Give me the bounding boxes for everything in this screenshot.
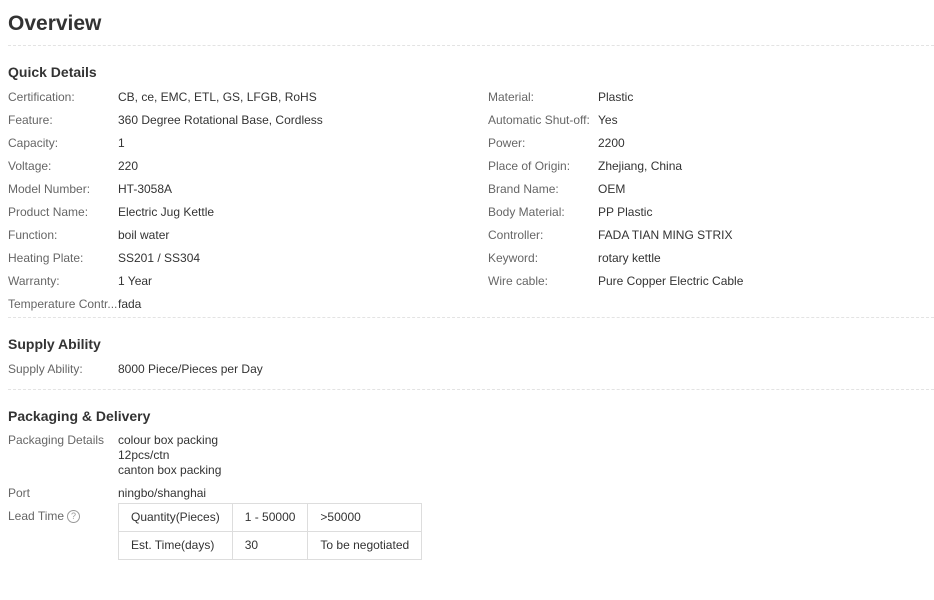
detail-row-feature: Feature: 360 Degree Rotational Base, Cord…: [8, 112, 478, 135]
supply-ability-title: Supply Ability: [8, 336, 101, 352]
detail-label: Power:: [488, 136, 526, 150]
detail-value: HT-3058A: [118, 182, 173, 196]
detail-label: Function:: [8, 228, 58, 242]
detail-row-temperature-control: Temperature Contr... fada: [8, 296, 478, 319]
detail-row-heating-plate: Heating Plate: SS201 / SS304: [8, 250, 478, 273]
quick-details-table: Certification: CB, ce, EMC, ETL, GS, LFGB…: [8, 89, 934, 318]
packaging-details-value: colour box packing 12pcs/ctn canton box …: [118, 433, 221, 478]
detail-row-port: Port ningbo/shanghai: [8, 486, 934, 501]
quick-details-title: Quick Details: [8, 64, 97, 80]
packaging-delivery-table: Packaging Details colour box packing 12p…: [8, 433, 934, 560]
detail-label: Place of Origin:: [488, 159, 571, 173]
detail-row-material: Material: Plastic: [488, 89, 928, 112]
detail-value: SS201 / SS304: [118, 251, 201, 265]
detail-row-certification: Certification: CB, ce, EMC, ETL, GS, LFGB…: [8, 89, 478, 112]
table-cell: 30: [231, 531, 309, 560]
detail-label: Supply Ability:: [8, 362, 83, 376]
table-row: Est. Time(days) 30 To be negotiated: [118, 531, 423, 560]
detail-label: Controller:: [488, 228, 544, 242]
detail-row-packaging-details: Packaging Details colour box packing 12p…: [8, 433, 934, 478]
detail-value: 2200: [598, 136, 625, 150]
detail-value: boil water: [118, 228, 170, 242]
detail-label: Capacity:: [8, 136, 59, 150]
detail-label: Lead Time: [8, 509, 65, 523]
detail-value: Pure Copper Electric Cable: [598, 274, 744, 288]
detail-value: 1 Year: [118, 274, 153, 288]
detail-label: Feature:: [8, 113, 53, 127]
detail-row-brand-name: Brand Name: OEM: [488, 181, 928, 204]
lead-time-label: Lead Time?: [8, 509, 118, 560]
detail-row-power: Power: 2200: [488, 135, 928, 158]
packaging-delivery-title: Packaging & Delivery: [8, 408, 151, 424]
table-cell: Est. Time(days): [118, 531, 233, 560]
detail-label: Certification:: [8, 90, 75, 104]
detail-row-function: Function: boil water: [8, 227, 478, 250]
detail-label: Keyword:: [488, 251, 539, 265]
detail-row-place-of-origin: Place of Origin: Zhejiang, China: [488, 158, 928, 181]
detail-row-controller: Controller: FADA TIAN MING STRIX: [488, 227, 928, 250]
detail-label: Automatic Shut-off:: [488, 113, 590, 127]
detail-value: Electric Jug Kettle: [118, 205, 215, 219]
detail-value: CB, ce, EMC, ETL, GS, LFGB, RoHS: [118, 90, 317, 104]
detail-value: Yes: [598, 113, 618, 127]
overview-title: Overview: [8, 0, 934, 46]
packaging-line: colour box packing: [118, 433, 219, 447]
detail-value: fada: [118, 297, 142, 311]
detail-label: Material:: [488, 90, 535, 104]
detail-row-automatic-shut-off: Automatic Shut-off: Yes: [488, 112, 928, 135]
detail-label: Product Name:: [8, 205, 89, 219]
detail-row-product-name: Product Name: Electric Jug Kettle: [8, 204, 478, 227]
product-overview: Overview Quick Details Certification: CB,…: [8, 0, 934, 568]
detail-label: Voltage:: [8, 159, 52, 173]
detail-row-wire-cable: Wire cable: Pure Copper Electric Cable: [488, 273, 928, 296]
detail-value: Zhejiang, China: [598, 159, 683, 173]
table-cell: Quantity(Pieces): [118, 503, 233, 532]
supply-ability-table: Supply Ability: 8000 Piece/Pieces per Day: [8, 361, 934, 390]
detail-row-voltage: Voltage: 220: [8, 158, 478, 181]
help-icon[interactable]: ?: [67, 510, 81, 524]
detail-row-keyword: Keyword: rotary kettle: [488, 250, 928, 273]
table-cell: 1 - 50000: [231, 503, 309, 532]
detail-row-body-material: Body Material: PP Plastic: [488, 204, 928, 227]
table-cell: >50000: [307, 503, 423, 532]
detail-label[interactable]: Temperature Contr...: [8, 296, 118, 319]
detail-value: ningbo/shanghai: [118, 486, 207, 500]
packaging-line: canton box packing: [118, 463, 222, 477]
detail-label: Model Number:: [8, 182, 91, 196]
detail-row-lead-time: Lead Time? Quantity(Pieces) 1 - 50000 >5…: [8, 503, 934, 560]
packaging-line: 12pcs/ctn: [118, 448, 170, 462]
detail-row-supply-ability: Supply Ability: 8000 Piece/Pieces per Day: [8, 361, 934, 384]
detail-label: Brand Name:: [488, 182, 559, 196]
detail-label: Port: [8, 486, 31, 500]
detail-value: 220: [118, 159, 139, 173]
detail-row-warranty: Warranty: 1 Year: [8, 273, 478, 296]
lead-time-table: Quantity(Pieces) 1 - 50000 >50000 Est. T…: [118, 503, 423, 560]
detail-value: OEM: [598, 182, 626, 196]
detail-row-capacity: Capacity: 1: [8, 135, 478, 158]
table-cell: To be negotiated: [307, 531, 423, 560]
detail-label: Heating Plate:: [8, 251, 84, 265]
detail-value: 1: [118, 136, 125, 150]
detail-value: 8000 Piece/Pieces per Day: [118, 362, 263, 376]
detail-value: 360 Degree Rotational Base, Cordless: [118, 113, 323, 127]
detail-row-model-number: Model Number: HT-3058A: [8, 181, 478, 204]
table-row: Quantity(Pieces) 1 - 50000 >50000: [118, 503, 423, 532]
detail-label: Wire cable:: [488, 274, 549, 288]
detail-label: Body Material:: [488, 205, 565, 219]
detail-value: rotary kettle: [598, 251, 661, 265]
quick-details-left-column: Certification: CB, ce, EMC, ETL, GS, LFGB…: [8, 89, 478, 319]
detail-value: PP Plastic: [598, 205, 653, 219]
detail-label: Warranty:: [8, 274, 60, 288]
detail-label: Packaging Details: [8, 433, 105, 447]
detail-value: Plastic: [598, 90, 634, 104]
quick-details-right-column: Material: Plastic Automatic Shut-off: Yes …: [488, 89, 928, 296]
detail-value: FADA TIAN MING STRIX: [598, 228, 733, 242]
